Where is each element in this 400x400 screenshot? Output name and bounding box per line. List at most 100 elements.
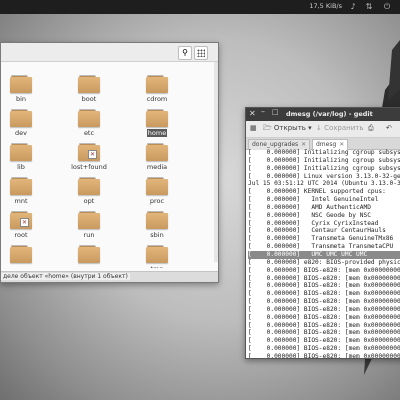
text-line: [ 0.000000] BIOS-e820: [mem 0x00000000fe…	[248, 329, 400, 337]
grid-icon	[197, 49, 205, 57]
file-item[interactable]: dev	[1, 109, 43, 137]
file-item[interactable]: run	[67, 211, 111, 239]
file-item[interactable]	[1, 245, 43, 268]
scrollbar[interactable]	[214, 62, 218, 262]
gedit-window: ✕ – □ dmesg (/var/log) - gedit ▦ 🗁 Откры…	[245, 107, 400, 359]
status-text: деле объект «home» (внутри 1 объект)	[1, 273, 130, 280]
file-item[interactable]: mnt	[1, 177, 43, 205]
undo-icon[interactable]: ↶	[386, 124, 392, 132]
text-line: [ 0.000000] Initializing cgroup subsys c…	[248, 149, 400, 156]
file-item[interactable]: proc	[135, 177, 179, 205]
file-item-label: etc	[83, 129, 95, 137]
save-button[interactable]: ↓ Сохранить	[316, 124, 363, 132]
file-item-label: proc	[149, 197, 165, 205]
text-line: [ 0.000000] UMC UMC UMC UMC	[248, 250, 400, 259]
file-item[interactable]: tmp	[135, 245, 179, 268]
file-item-label: lost+found	[71, 163, 107, 171]
folder-icon	[10, 109, 32, 127]
open-button[interactable]: 🗁 Открыть ▾	[263, 124, 312, 135]
text-line: [ 0.000000] BIOS-e820: [mem 0x00000000bf…	[248, 298, 400, 306]
status-bar: деле объект «home» (внутри 1 объект)	[1, 271, 218, 282]
file-item-label: dev	[15, 129, 27, 137]
search-icon: ⚲	[182, 48, 188, 57]
open-label: Открыть	[273, 124, 306, 132]
folder-icon	[10, 75, 32, 93]
folder-icon	[10, 177, 32, 195]
file-item[interactable]: ✕ lost+found	[67, 143, 111, 171]
folder-icon	[146, 211, 168, 229]
close-tab-icon[interactable]: ✕	[301, 141, 306, 148]
file-item-label: lib	[17, 163, 25, 171]
folder-icon	[146, 75, 168, 93]
folder-icon: ✕	[78, 143, 100, 161]
network-speed: 17,5 KiB/s	[309, 2, 342, 10]
file-item[interactable]: media	[135, 143, 179, 171]
folder-icon	[78, 177, 100, 195]
lock-badge-icon: ✕	[88, 150, 97, 159]
file-item-label: sbin	[150, 231, 164, 239]
tab-label: done_upgrades	[252, 141, 299, 148]
folder-icon	[146, 245, 168, 263]
file-grid: bin boot cdrom dev etc home lib ✕ lost+found medi…	[1, 63, 211, 268]
text-line: [ 0.000000] KERNEL supported cpus:	[248, 188, 386, 196]
text-line: [ 0.000000] Initializing cgroup subsys c…	[248, 156, 400, 164]
file-item-label: mnt	[14, 197, 28, 205]
text-line: [ 0.000000] BIOS-e820: [mem 0x0000000000…	[248, 274, 400, 282]
new-document-icon[interactable]: ▦	[250, 124, 257, 132]
text-line: [ 0.000000] Linux version 3.13.0-32-gene	[248, 172, 400, 180]
file-item-label: opt	[83, 197, 95, 205]
folder-icon	[10, 143, 32, 161]
text-line: [ 0.000000] BIOS-e820: [mem 0x00000000bf…	[248, 313, 400, 321]
file-item[interactable]	[67, 245, 111, 268]
folder-icon	[78, 245, 100, 263]
text-line: Jul 15 03:51:12 UTC 2014 (Ubuntu 3.13.0-…	[248, 180, 400, 188]
file-item-label: home	[146, 129, 168, 137]
text-line: [ 0.000000] Transmeta GenuineTMx86	[248, 235, 394, 243]
close-tab-icon[interactable]: ✕	[339, 141, 344, 148]
search-button[interactable]: ⚲	[178, 46, 192, 60]
close-icon[interactable]: ✕	[249, 109, 256, 118]
view-menu-button[interactable]	[194, 46, 208, 60]
power-icon[interactable]: ⏻	[382, 2, 392, 12]
file-item-label: run	[83, 231, 95, 239]
folder-icon	[78, 109, 100, 127]
file-item-label: boot	[81, 95, 97, 103]
text-line: [ 0.000000] Centaur CentaurHauls	[248, 227, 386, 235]
print-icon[interactable]: ⎙	[368, 124, 374, 133]
folder-icon: 🗁	[263, 124, 272, 132]
file-item[interactable]: sbin	[135, 211, 179, 239]
file-item[interactable]: bin	[1, 75, 43, 103]
file-item-label: cdrom	[146, 95, 168, 103]
file-item[interactable]: home	[135, 109, 179, 137]
file-item-label: tmp	[149, 265, 164, 268]
text-line: [ 0.000000] Transmeta TransmetaCPU	[248, 243, 394, 251]
file-item[interactable]: lib	[1, 143, 43, 171]
maximize-icon[interactable]: □	[272, 108, 279, 116]
text-editor[interactable]: [ 0.000000] Initializing cgroup subsys c…	[246, 149, 400, 358]
text-line: [ 0.000000] Intel GenuineIntel	[248, 196, 379, 204]
save-label: Сохранить	[324, 124, 364, 132]
folder-icon	[78, 75, 100, 93]
network-icon[interactable]: ⇅	[364, 2, 374, 12]
text-line: [ 0.000000] BIOS-e820: [mem 0x0000000000…	[248, 290, 400, 298]
window-title: dmesg (/var/log) - gedit	[286, 110, 373, 118]
text-line: [ 0.000000] BIOS-e820: [mem 0x00000000fe…	[248, 337, 400, 345]
file-item-label: root	[14, 231, 28, 239]
folder-icon	[146, 143, 168, 161]
file-item[interactable]: etc	[67, 109, 111, 137]
folder-icon	[146, 177, 168, 195]
text-line: [ 0.000000] Cyrix CyrixInstead	[248, 219, 379, 227]
tab-label: dmesg	[316, 141, 337, 148]
top-panel: 17,5 KiB/s ♪ ⇅ ⏻	[0, 0, 400, 14]
file-item[interactable]: opt	[67, 177, 111, 205]
minimize-icon[interactable]: –	[261, 108, 265, 116]
file-item[interactable]: ✕ root	[1, 211, 43, 239]
gedit-toolbar: ▦ 🗁 Открыть ▾ ↓ Сохранить ⎙ ↶	[246, 121, 400, 138]
file-item[interactable]: boot	[67, 75, 111, 103]
file-manager-window: ⚲ bin boot cdrom dev etc home lib ✕ lost+found me…	[0, 42, 219, 283]
text-line: [ 0.000000] NSC Geode by NSC	[248, 211, 371, 219]
volume-icon[interactable]: ♪	[348, 2, 358, 12]
save-icon: ↓	[316, 124, 322, 132]
text-line: [ 0.000000] e820: BIOS-provided physical	[248, 258, 400, 266]
file-item[interactable]: cdrom	[135, 75, 179, 103]
